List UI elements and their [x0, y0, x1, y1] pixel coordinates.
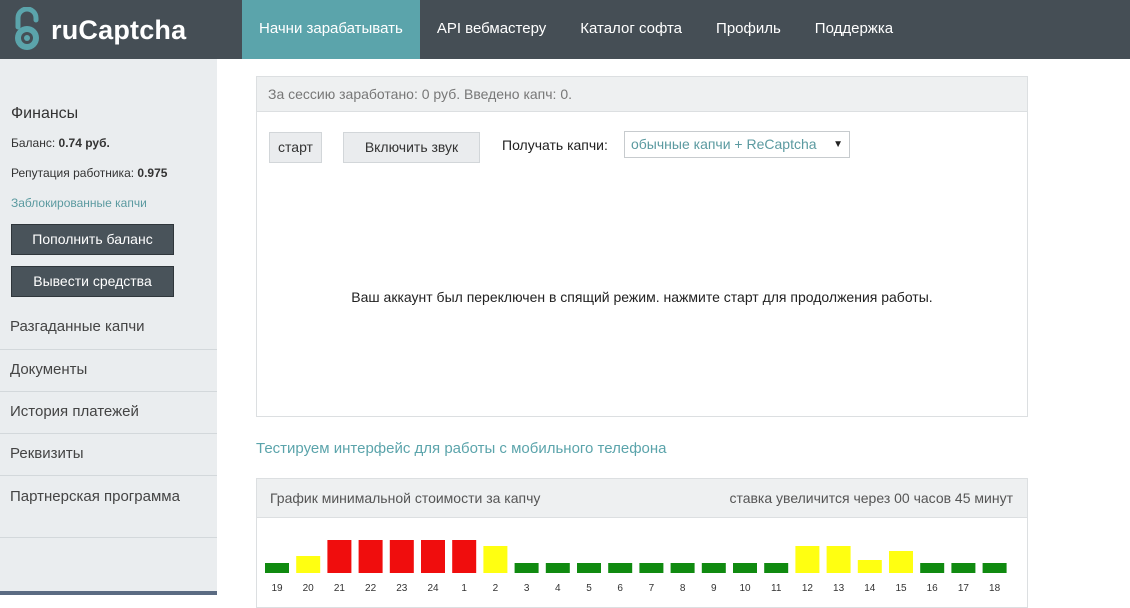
reputation-label: Репутация работника: — [11, 166, 135, 180]
reputation-value: 0.975 — [137, 166, 168, 180]
chart-bar-5 — [577, 563, 601, 573]
chart-tick-label-6: 6 — [617, 583, 623, 594]
chart-bar-3 — [514, 563, 539, 573]
balance-label: Баланс: — [11, 136, 56, 150]
topup-balance-button[interactable]: Пополнить баланс — [11, 224, 174, 255]
chart-bar-1 — [452, 540, 477, 573]
chart-bar-2 — [483, 546, 508, 573]
chart-bar-14 — [857, 560, 882, 573]
balance-value: 0.74 руб. — [58, 136, 110, 150]
sidebar: Финансы Баланс: 0.74 руб. Репутация рабо… — [0, 59, 217, 595]
chart-bar-9 — [701, 563, 726, 573]
nav-profile[interactable]: Профиль — [699, 0, 798, 59]
chart-header: График минимальной стоимости за капчу ст… — [257, 479, 1027, 518]
chart-tick-label-19: 19 — [271, 583, 283, 594]
rate-increase-status: ставка увеличится через 00 часов 45 мину… — [729, 490, 1013, 506]
chart-tick-label-22: 22 — [365, 583, 377, 594]
sidebar-bottom-bar — [0, 591, 217, 595]
finance-title: Финансы — [11, 105, 79, 122]
chart-bar-12 — [795, 546, 820, 573]
chart-bar-18 — [982, 563, 1007, 573]
chart-tick-label-3: 3 — [524, 583, 530, 594]
chart-bar-13 — [826, 546, 851, 573]
chart-tick-label-17: 17 — [958, 583, 970, 594]
padlock-logo-icon — [15, 7, 39, 50]
chart-bar-19 — [265, 563, 289, 573]
chart-bar-16 — [920, 563, 945, 573]
chart-tick-label-21: 21 — [334, 583, 346, 594]
chart-tick-label-11: 11 — [771, 583, 782, 594]
main-nav: Начни зарабатывать API вебмастеру Катало… — [242, 0, 910, 59]
sleep-mode-message: Ваш аккаунт был переключен в спящий режи… — [351, 289, 933, 305]
sidebar-item-partner-program[interactable]: Партнерская программа — [0, 476, 217, 538]
chart-bar-10 — [733, 563, 757, 573]
chart-tick-label-7: 7 — [649, 583, 655, 594]
chart-bar-24 — [421, 540, 445, 573]
top-navigation-bar: ruCaptcha Начни зарабатывать API вебмаст… — [0, 0, 1130, 59]
sidebar-item-solved-captchas[interactable]: Разгаданные капчи — [0, 308, 217, 350]
chart-bar-6 — [608, 563, 633, 573]
chart-bar-17 — [951, 563, 976, 573]
chart-bar-8 — [670, 563, 695, 573]
sidebar-item-documents[interactable]: Документы — [0, 350, 217, 392]
chart-bar-22 — [358, 540, 383, 573]
chart-bar-20 — [296, 556, 321, 573]
chart-tick-label-14: 14 — [864, 583, 876, 594]
blocked-captchas-link[interactable]: Заблокированные капчи — [11, 196, 147, 210]
sidebar-item-payment-history[interactable]: История платежей — [0, 392, 217, 434]
price-chart-panel: График минимальной стоимости за капчу ст… — [256, 478, 1028, 608]
nav-api-webmaster[interactable]: API вебмастеру — [420, 0, 563, 59]
chart-tick-label-8: 8 — [680, 583, 686, 594]
work-panel: За сессию заработано: 0 руб. Введено кап… — [256, 76, 1028, 417]
chart-tick-label-15: 15 — [895, 583, 907, 594]
chart-tick-label-2: 2 — [493, 583, 499, 594]
logo-text: ruCaptcha — [51, 15, 187, 45]
chart-bar-21 — [327, 540, 352, 573]
chart-tick-label-1: 1 — [461, 583, 467, 594]
nav-software-catalog[interactable]: Каталог софта — [563, 0, 699, 59]
chart-tick-label-20: 20 — [303, 583, 315, 594]
chart-tick-label-12: 12 — [802, 583, 814, 594]
balance-line: Баланс: 0.74 руб. — [11, 136, 110, 150]
chart-tick-label-4: 4 — [555, 583, 561, 594]
chart-tick-label-5: 5 — [586, 583, 592, 594]
enable-sound-button[interactable]: Включить звук — [343, 132, 480, 163]
start-button[interactable]: старт — [269, 132, 322, 163]
captcha-type-selected: обычные капчи + ReCaptcha — [631, 136, 817, 152]
chart-tick-label-9: 9 — [711, 583, 717, 594]
chart-tick-label-24: 24 — [427, 583, 439, 594]
chart-tick-label-10: 10 — [739, 583, 751, 594]
price-chart: 19 20 21 22 23 24 1 2 3 4 5 6 7 8 9 10 11 12 13 14 15 16 17 18 — [265, 540, 1007, 594]
sidebar-menu: Разгаданные капчи Документы История плат… — [0, 308, 217, 538]
reputation-line: Репутация работника: 0.975 — [11, 166, 167, 180]
captcha-type-select[interactable]: обычные капчи + ReCaptcha ▼ — [624, 131, 850, 158]
chart-tick-label-13: 13 — [833, 583, 845, 594]
chart-tick-label-23: 23 — [396, 583, 408, 594]
chart-bar-4 — [545, 563, 570, 573]
mobile-interface-link[interactable]: Тестируем интерфейс для работы с мобильн… — [256, 440, 667, 457]
nav-start-earning[interactable]: Начни зарабатывать — [242, 0, 420, 59]
receive-captchas-label: Получать капчи: — [502, 137, 608, 153]
chart-bar-7 — [639, 563, 664, 573]
dropdown-arrow-icon: ▼ — [833, 139, 843, 150]
session-info: За сессию заработано: 0 руб. Введено кап… — [257, 77, 1027, 112]
nav-support[interactable]: Поддержка — [798, 0, 910, 59]
logo[interactable]: ruCaptcha — [0, 0, 217, 59]
chart-tick-label-18: 18 — [989, 583, 1001, 594]
withdraw-funds-button[interactable]: Вывести средства — [11, 266, 174, 297]
chart-title: График минимальной стоимости за капчу — [270, 490, 541, 506]
chart-bar-15 — [889, 551, 913, 573]
chart-bar-23 — [389, 540, 414, 573]
sidebar-item-requisites[interactable]: Реквизиты — [0, 434, 217, 476]
chart-tick-label-16: 16 — [927, 583, 939, 594]
chart-bar-11 — [764, 563, 789, 573]
